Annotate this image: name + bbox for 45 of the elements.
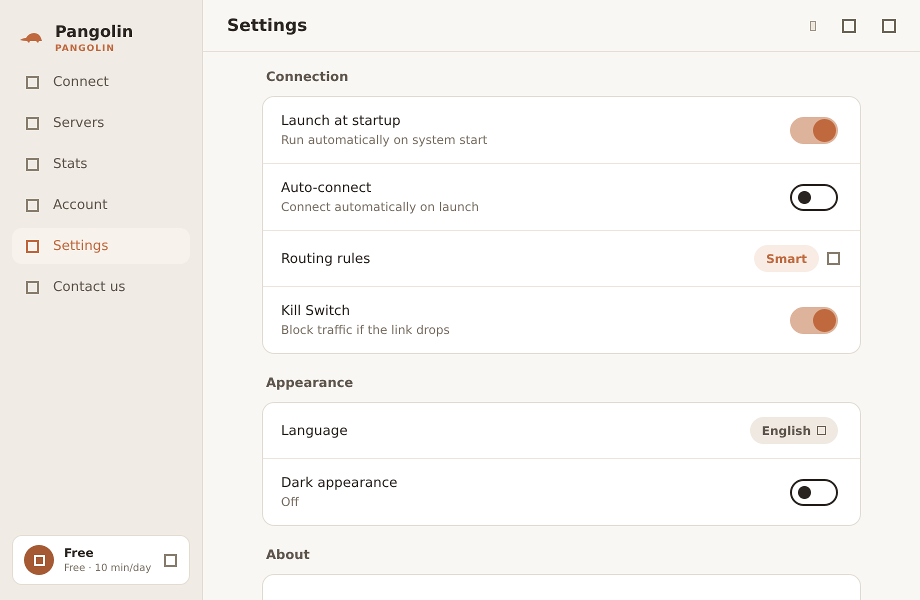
sidebar-item[interactable]: Stats bbox=[12, 146, 190, 182]
square-icon bbox=[26, 240, 39, 252]
setting-description: Run automatically on system start bbox=[281, 133, 488, 147]
plan-title: Free bbox=[64, 546, 95, 560]
app-name: Pangolin bbox=[55, 22, 134, 41]
square-icon bbox=[26, 280, 39, 294]
setting-label: Language bbox=[281, 422, 348, 438]
sidebar-item[interactable]: Settings bbox=[12, 228, 190, 264]
setting-label: Kill Switch bbox=[281, 303, 352, 319]
avatar-icon bbox=[24, 545, 54, 575]
sidebar-item[interactable]: Servers bbox=[12, 105, 190, 141]
page-title: Settings bbox=[227, 16, 308, 36]
square-icon bbox=[26, 76, 39, 88]
square-icon[interactable] bbox=[164, 554, 177, 566]
toggle-switch[interactable] bbox=[790, 116, 838, 144]
setting-description: Connect automatically on launch bbox=[281, 200, 479, 214]
square-icon bbox=[817, 426, 826, 435]
setting-label: Auto-connect bbox=[281, 180, 372, 196]
small-icon[interactable] bbox=[810, 20, 816, 30]
setting-description: Block traffic if the link drops bbox=[281, 323, 450, 337]
setting-label: Launch at startup bbox=[281, 113, 402, 129]
section-heading: Connection bbox=[265, 70, 350, 85]
sidebar-item[interactable]: Account bbox=[12, 187, 190, 223]
square-icon bbox=[26, 198, 39, 212]
setting-description: Off bbox=[281, 495, 300, 509]
sidebar-item[interactable]: Contact us bbox=[12, 269, 190, 305]
section-heading: Appearance bbox=[265, 376, 354, 391]
app-subtitle: PANGOLIN bbox=[55, 44, 116, 54]
plan-detail: Free · 10 min/day bbox=[64, 563, 152, 574]
toggle-switch[interactable] bbox=[790, 478, 838, 506]
square-icon bbox=[26, 116, 39, 130]
setting-label: Dark appearance bbox=[281, 475, 398, 491]
toggle-switch[interactable] bbox=[790, 184, 838, 210]
toggle-switch[interactable] bbox=[790, 306, 838, 334]
square-icon[interactable] bbox=[827, 252, 840, 265]
setting-label: Routing rules bbox=[281, 250, 370, 266]
dropdown-chip[interactable]: English bbox=[750, 417, 838, 444]
plan-card[interactable]: Free Free · 10 min/day bbox=[12, 535, 190, 585]
square-icon bbox=[26, 158, 39, 170]
pangolin-logo-icon bbox=[19, 32, 43, 44]
square-icon[interactable] bbox=[842, 18, 856, 32]
square-icon[interactable] bbox=[882, 18, 896, 32]
value-chip[interactable]: Smart bbox=[754, 245, 819, 272]
sidebar-item[interactable]: Connect bbox=[12, 64, 190, 100]
section-heading: About bbox=[265, 548, 311, 563]
